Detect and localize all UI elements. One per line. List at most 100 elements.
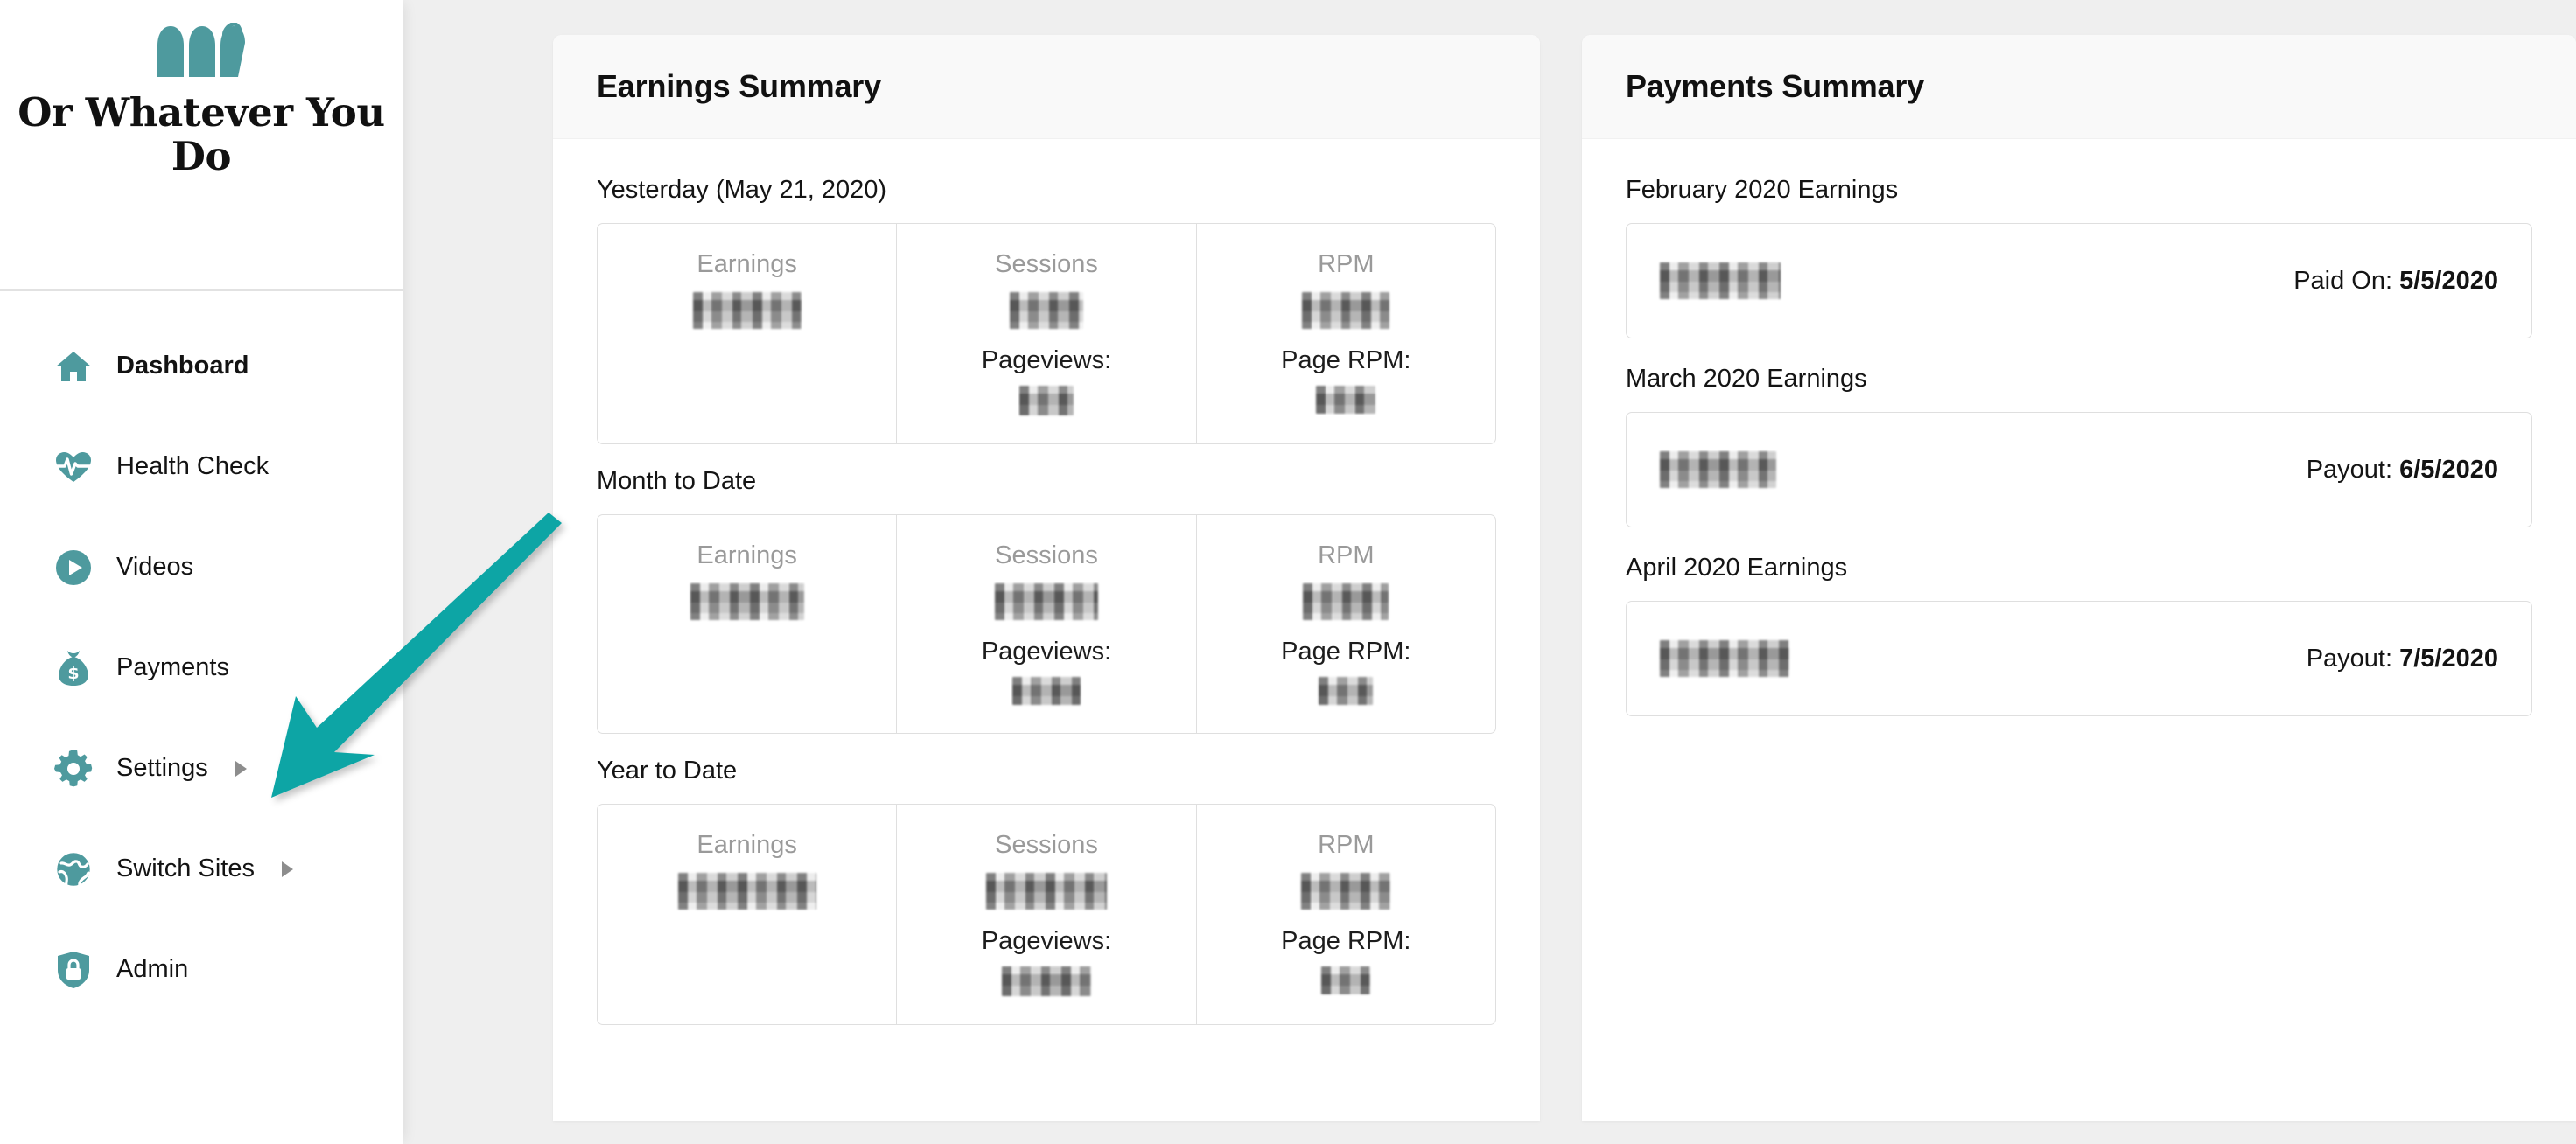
home-icon	[54, 347, 93, 386]
globe-icon	[54, 850, 93, 889]
payment-date: Paid On: 5/5/2020	[2293, 267, 2498, 296]
payment-date-value: 7/5/2020	[2399, 644, 2498, 673]
payment-date: Payout: 6/5/2020	[2306, 456, 2498, 485]
stat-cell-rpm: RPM Page RPM:	[1197, 515, 1495, 733]
redacted-value-earnings	[692, 292, 802, 329]
redacted-value-sessions	[1009, 292, 1083, 329]
chevron-right-icon[interactable]	[234, 760, 247, 777]
chevron-right-icon[interactable]	[281, 861, 293, 877]
period-label: Yesterday (May 21, 2020)	[597, 176, 887, 204]
sidebar-item-label: Health Check	[116, 452, 270, 480]
payment-row: Paid On: 5/5/2020	[1626, 223, 2532, 338]
stat-label: Sessions	[995, 831, 1098, 859]
payment-date-value: 6/5/2020	[2399, 455, 2498, 484]
payment-block-april: April 2020 Earnings Payout: 7/5/2020	[1626, 554, 2532, 716]
sidebar-item-switch-sites[interactable]: Switch Sites	[0, 842, 402, 896]
payment-date-label: Payout:	[2306, 455, 2393, 484]
brand-block: Or Whatever You Do	[0, 0, 402, 179]
payment-date-label: Payout:	[2306, 644, 2393, 673]
money-bag-icon: $	[54, 649, 93, 687]
payments-card-header: Payments Summary	[1582, 35, 2576, 139]
stat-grid: Earnings Sessions Pageviews: RPM Page RP…	[597, 804, 1496, 1025]
stat-cell-rpm: RPM Page RPM:	[1197, 224, 1495, 443]
stat-cell-sessions: Sessions Pageviews:	[897, 224, 1197, 443]
stat-label: RPM	[1318, 831, 1375, 859]
gear-icon	[54, 749, 93, 788]
redacted-value-pageviews	[1018, 386, 1074, 415]
sidebar-item-label: Settings	[116, 754, 208, 782]
redacted-value-earnings	[690, 583, 804, 620]
stat-label: RPM	[1318, 250, 1375, 278]
period-label: Year to Date	[597, 757, 738, 785]
sidebar-divider	[0, 289, 402, 291]
brand-name: Or Whatever You Do	[18, 89, 385, 180]
redacted-value-earnings	[677, 873, 816, 910]
stat-cell-sessions: Sessions Pageviews:	[897, 805, 1197, 1024]
payment-block-february: February 2020 Earnings Paid On: 5/5/2020	[1626, 176, 2532, 338]
payment-date-value: 5/5/2020	[2399, 266, 2498, 295]
period-year-to-date: Year to Date Earnings Sessions Pageviews…	[597, 757, 1496, 1025]
sidebar-item-label: Payments	[116, 653, 229, 681]
stat-grid: Earnings Sessions Pageviews: RPM Page RP…	[597, 514, 1496, 734]
sidebar-item-videos[interactable]: Videos	[0, 541, 402, 594]
payments-summary-card: Payments Summary February 2020 Earnings …	[1582, 35, 2576, 1121]
sidebar-item-dashboard[interactable]: Dashboard	[0, 339, 402, 393]
stat-label: Earnings	[696, 831, 797, 859]
sidebar-item-label: Videos	[116, 553, 194, 581]
stat-sub-label: Page RPM:	[1281, 927, 1411, 955]
payment-period-label: February 2020 Earnings	[1626, 176, 1899, 204]
payments-card-body: February 2020 Earnings Paid On: 5/5/2020…	[1582, 139, 2576, 716]
sidebar-item-label: Switch Sites	[116, 855, 255, 882]
sidebar-item-label: Dashboard	[116, 352, 249, 380]
stat-cell-earnings: Earnings	[598, 224, 898, 443]
main-content: Earnings Summary Yesterday (May 21, 2020…	[402, 0, 2576, 1144]
redacted-payment-amount	[1660, 262, 1781, 299]
page-title: Earnings Summary	[597, 68, 881, 104]
redacted-payment-amount	[1660, 451, 1776, 488]
redacted-value-page-rpm	[1321, 966, 1371, 994]
stat-sub-label: Page RPM:	[1281, 638, 1411, 666]
heartbeat-icon	[54, 448, 93, 486]
redacted-value-rpm	[1303, 583, 1390, 620]
redacted-payment-amount	[1660, 640, 1789, 677]
payment-date: Payout: 7/5/2020	[2306, 645, 2498, 673]
sidebar-nav: Dashboard Health Check Videos $ Payments…	[0, 339, 402, 996]
earnings-card-header: Earnings Summary	[553, 35, 1540, 139]
stat-label: Sessions	[995, 541, 1098, 569]
stat-cell-sessions: Sessions Pageviews:	[897, 515, 1197, 733]
redacted-value-rpm	[1302, 292, 1390, 329]
logo	[18, 22, 385, 89]
period-yesterday: Yesterday (May 21, 2020) Earnings Sessio…	[597, 176, 1496, 444]
three-bars-leaf-logo-icon	[154, 22, 248, 85]
redacted-value-pageviews	[1012, 677, 1081, 705]
redacted-value-page-rpm	[1319, 677, 1374, 705]
payment-block-march: March 2020 Earnings Payout: 6/5/2020	[1626, 365, 2532, 527]
earnings-card-body: Yesterday (May 21, 2020) Earnings Sessio…	[553, 139, 1540, 1025]
payment-period-label: March 2020 Earnings	[1626, 365, 1867, 393]
sidebar-item-admin[interactable]: Admin	[0, 943, 402, 996]
payment-date-label: Paid On:	[2293, 266, 2393, 295]
sidebar-item-health-check[interactable]: Health Check	[0, 440, 402, 493]
period-month-to-date: Month to Date Earnings Sessions Pageview…	[597, 467, 1496, 734]
sidebar-item-settings[interactable]: Settings	[0, 742, 402, 795]
sidebar: Or Whatever You Do Dashboard Health Chec…	[0, 0, 402, 1144]
stat-cell-earnings: Earnings	[598, 805, 898, 1024]
stat-cell-rpm: RPM Page RPM:	[1197, 805, 1495, 1024]
period-label: Month to Date	[597, 467, 757, 495]
stat-sub-label: Pageviews:	[981, 346, 1112, 374]
payment-row: Payout: 6/5/2020	[1626, 412, 2532, 527]
shield-lock-icon	[54, 951, 93, 989]
stat-label: RPM	[1318, 541, 1375, 569]
stat-label: Earnings	[696, 541, 797, 569]
svg-text:$: $	[67, 664, 79, 683]
sidebar-item-payments[interactable]: $ Payments	[0, 641, 402, 694]
stat-label: Sessions	[995, 250, 1098, 278]
stat-cell-earnings: Earnings	[598, 515, 898, 733]
redacted-value-pageviews	[1001, 966, 1091, 996]
dashboard-page: Or Whatever You Do Dashboard Health Chec…	[0, 0, 2576, 1144]
stat-sub-label: Page RPM:	[1281, 346, 1411, 374]
payment-period-label: April 2020 Earnings	[1626, 554, 1848, 582]
stat-sub-label: Pageviews:	[981, 927, 1112, 955]
earnings-summary-card: Earnings Summary Yesterday (May 21, 2020…	[553, 35, 1540, 1121]
payment-row: Payout: 7/5/2020	[1626, 601, 2532, 716]
